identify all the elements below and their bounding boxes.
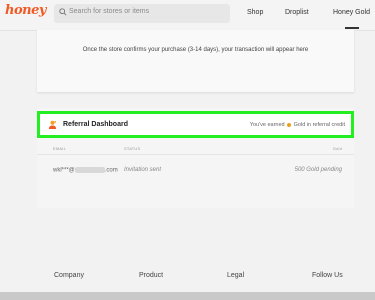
referral-person-icon xyxy=(48,120,57,130)
referral-dashboard-header: Referral Dashboard You've earned Gold in… xyxy=(37,111,354,138)
column-header-status: STATUS xyxy=(124,146,141,151)
footer-legal-heading: Legal xyxy=(227,272,245,279)
table-row: wkl***@ .com Invitation sent 500 Gold pen… xyxy=(37,155,354,185)
column-header-gold: Gold xyxy=(332,146,342,151)
referral-dashboard-title: Referral Dashboard xyxy=(63,121,128,128)
referral-email: wkl***@ .com xyxy=(53,167,118,174)
search-placeholder: Search for stores or items xyxy=(69,8,150,15)
email-prefix: wkl***@ xyxy=(53,167,75,174)
nav-shop-link[interactable]: Shop xyxy=(247,9,263,16)
referral-dashboard: Referral Dashboard You've earned Gold in… xyxy=(37,108,354,208)
earned-prefix: You've earned xyxy=(249,122,285,128)
earned-suffix: Gold in referral credit xyxy=(293,122,345,128)
search-bar[interactable]: Search for stores or items xyxy=(54,4,230,23)
referral-gold-pending: 500 Gold pending xyxy=(294,167,342,173)
redacted-email-block xyxy=(74,167,105,173)
honey-logo[interactable]: honey xyxy=(5,3,46,18)
earned-summary: You've earned Gold in referral credit xyxy=(250,122,345,128)
column-header-email: EMAIL xyxy=(53,146,67,151)
search-icon xyxy=(59,8,67,16)
empty-purchases-message: Once the store confirms your purchase (3… xyxy=(82,47,309,53)
footer-bottom-bar xyxy=(0,292,375,300)
email-suffix: .com xyxy=(104,167,118,174)
top-header: honey Search for stores or items Shop Dr… xyxy=(0,0,375,31)
gold-coin-icon xyxy=(287,122,292,127)
nav-honey-gold-link[interactable]: Honey Gold xyxy=(333,9,370,16)
footer-follow-us-heading: Follow Us xyxy=(312,272,343,279)
footer-product-heading: Product xyxy=(139,272,164,279)
nav-droplist-link[interactable]: Droplist xyxy=(285,9,309,16)
active-nav-indicator xyxy=(345,27,359,29)
referral-status: Invitation sent xyxy=(124,167,162,173)
footer-company-heading: Company xyxy=(54,272,84,279)
purchases-card: Once the store confirms your purchase (3… xyxy=(37,30,354,92)
